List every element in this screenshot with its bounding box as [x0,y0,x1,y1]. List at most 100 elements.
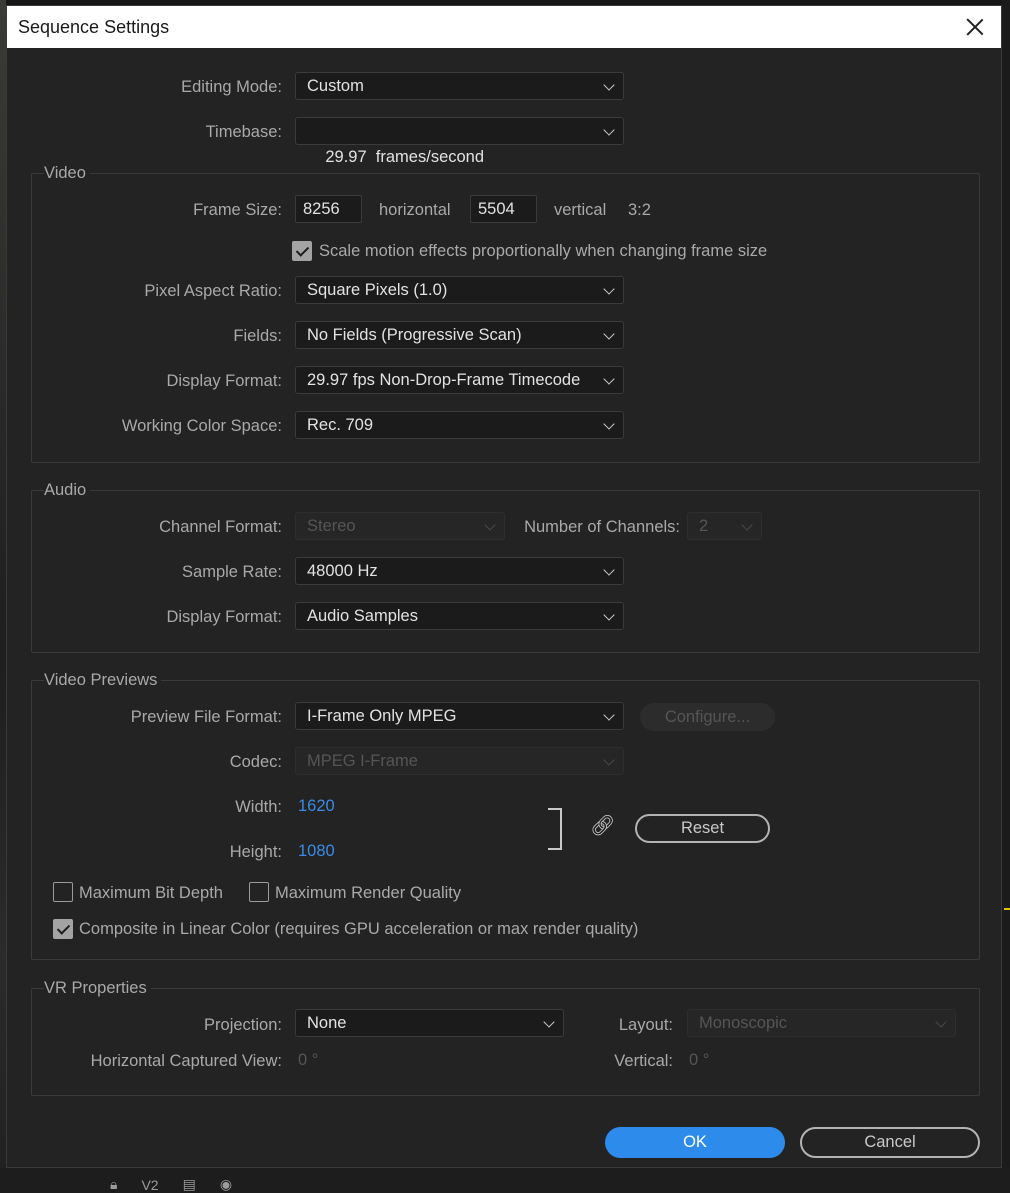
layout-dropdown: Monoscopic [687,1009,956,1037]
editing-mode-dropdown[interactable]: Custom [295,72,624,100]
video-display-format-dropdown[interactable]: 29.97 fps Non-Drop-Frame Timecode [295,366,624,394]
projection-dropdown[interactable]: None [295,1009,564,1037]
channel-format-label: Channel Format: [159,518,282,536]
video-section-title: Video [44,164,90,183]
num-channels-value: 2 [699,517,709,535]
max-bit-depth-checkbox[interactable] [53,882,73,902]
color-space-label: Working Color Space: [121,417,282,435]
preview-width-value[interactable]: 1620 [298,797,335,816]
projection-label: Projection: [204,1016,282,1034]
sample-rate-value: 48000 Hz [307,562,378,580]
chevron-down-icon [603,564,615,576]
film-icon[interactable]: ▤ [183,1176,196,1193]
preview-height-label: Height: [229,843,282,861]
chevron-down-icon [935,1016,947,1028]
chevron-down-icon [603,79,615,91]
cancel-button[interactable]: Cancel [800,1127,980,1158]
fields-value: No Fields (Progressive Scan) [307,326,522,344]
color-space-dropdown[interactable]: Rec. 709 [295,411,624,439]
chevron-down-icon [603,124,615,136]
eye-icon[interactable]: ◉ [220,1176,232,1193]
vr-vertical-value: 0 ° [689,1051,710,1069]
timebase-label: Timebase: [205,123,282,141]
timeline-track-header: 🔒︎ V2 ▤ ◉ [110,1176,232,1193]
ok-button[interactable]: OK [605,1127,785,1158]
chevron-down-icon [603,709,615,721]
linear-color-label: Composite in Linear Color (requires GPU … [79,920,639,938]
playhead-marker [1004,908,1010,910]
frame-width-field[interactable]: 8256 [295,195,362,223]
hcv-label: Horizontal Captured View: [90,1052,282,1070]
lock-icon[interactable]: 🔒︎ [110,1176,117,1193]
pixel-aspect-label: Pixel Aspect Ratio: [144,282,282,300]
dialog-title: Sequence Settings [18,17,170,37]
layout-label: Layout: [618,1016,673,1034]
codec-dropdown: MPEG I-Frame [295,747,624,775]
timebase-dropdown[interactable]: 29.97 frames/second [295,117,624,166]
hcv-value: 0 ° [298,1051,319,1069]
preview-format-dropdown[interactable]: I-Frame Only MPEG [295,702,624,730]
chevron-down-icon [603,609,615,621]
preview-height-value[interactable]: 1080 [298,842,335,861]
video-display-format-value: 29.97 fps Non-Drop-Frame Timecode [307,371,581,389]
frame-size-label: Frame Size: [193,201,282,219]
horizontal-label: horizontal [379,201,451,219]
chevron-down-icon [484,519,496,531]
preview-format-value: I-Frame Only MPEG [307,707,457,725]
chevron-down-icon [543,1016,555,1028]
num-channels-label: Number of Channels: [524,518,680,536]
fields-label: Fields: [233,327,282,345]
color-space-value: Rec. 709 [307,416,374,434]
sequence-settings-dialog: Sequence Settings Editing Mode: Custom T… [6,5,1002,1168]
chevron-down-icon [603,328,615,340]
channel-format-dropdown: Stereo [295,512,505,540]
layout-value: Monoscopic [699,1014,788,1032]
timebase-value: 29.97 frames/second [325,148,485,166]
aspect-bracket [548,808,562,850]
vr-properties-section [31,988,980,1096]
linear-color-checkbox[interactable] [53,919,73,939]
channel-format-value: Stereo [307,517,356,535]
title-bar: Sequence Settings [7,6,1001,48]
link-icon[interactable]: 🔗︎ [590,813,615,838]
close-icon[interactable] [963,15,987,39]
track-label: V2 [141,1176,159,1193]
chevron-down-icon [741,519,753,531]
sample-rate-label: Sample Rate: [182,563,282,581]
preview-width-label: Width: [235,798,282,816]
configure-button: Configure... [640,703,775,731]
video-display-format-label: Display Format: [166,372,282,390]
sample-rate-dropdown[interactable]: 48000 Hz [295,557,624,585]
projection-value: None [307,1014,347,1032]
editing-mode-label: Editing Mode: [181,78,282,96]
chevron-down-icon [603,754,615,766]
preview-format-label: Preview File Format: [130,708,282,726]
codec-label: Codec: [229,753,282,771]
vr-vertical-label: Vertical: [614,1052,673,1070]
pixel-aspect-dropdown[interactable]: Square Pixels (1.0) [295,276,624,304]
audio-display-format-value: Audio Samples [307,607,418,625]
scale-motion-label: Scale motion effects proportionally when… [319,242,768,260]
audio-display-format-dropdown[interactable]: Audio Samples [295,602,624,630]
num-channels-dropdown: 2 [687,512,762,540]
reset-button[interactable]: Reset [635,814,770,843]
max-bit-depth-label: Maximum Bit Depth [79,884,223,902]
scale-motion-checkbox[interactable] [292,241,312,261]
chevron-down-icon [603,418,615,430]
max-render-quality-checkbox[interactable] [249,882,269,902]
fields-dropdown[interactable]: No Fields (Progressive Scan) [295,321,624,349]
chevron-down-icon [603,373,615,385]
vertical-label: vertical [554,201,607,219]
frame-height-field[interactable]: 5504 [470,195,537,223]
audio-section-title: Audio [44,481,91,500]
max-render-quality-label: Maximum Render Quality [275,884,462,902]
pixel-aspect-value: Square Pixels (1.0) [307,281,448,299]
audio-display-format-label: Display Format: [166,608,282,626]
codec-value: MPEG I-Frame [307,752,418,770]
video-previews-section-title: Video Previews [44,671,162,690]
aspect-ratio-readout: 3:2 [628,201,651,219]
chevron-down-icon [603,283,615,295]
background-app-right-panel [1002,0,1010,1193]
editing-mode-value: Custom [307,77,364,95]
vr-section-title: VR Properties [44,979,151,998]
